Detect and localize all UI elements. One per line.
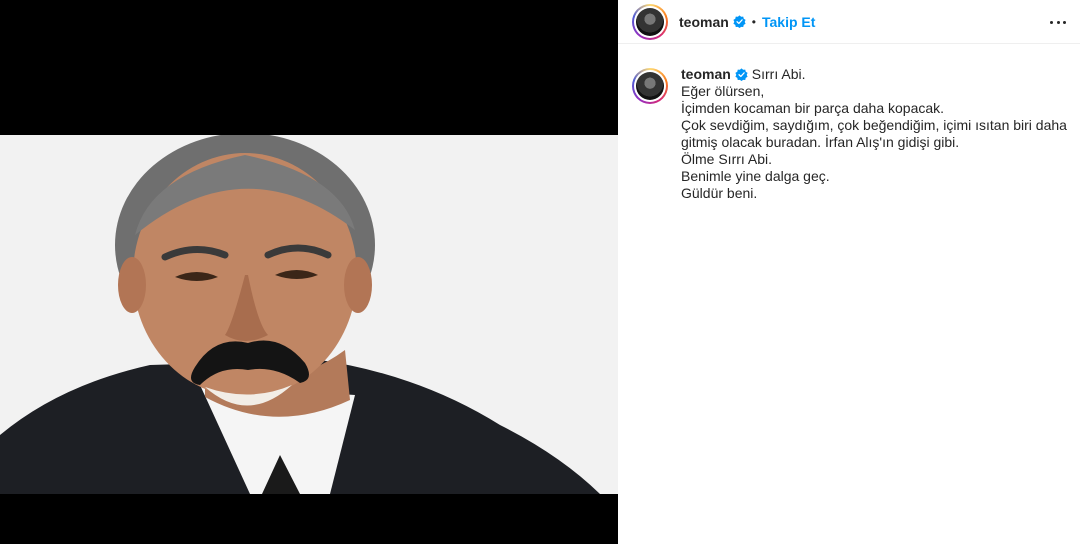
avatar[interactable] <box>632 3 668 40</box>
caption-line: Sırrı Abi. <box>751 66 806 82</box>
post-header: teoman • Takip Et <box>618 0 1080 44</box>
username-link[interactable]: teoman <box>679 14 729 30</box>
more-options-icon[interactable] <box>1050 14 1066 30</box>
post-caption: teoman Sırrı Abi. Eğer ölürsen, İçimden … <box>632 66 1072 202</box>
caption-line: gitmiş olacak buradan. İrfan Alış'ın gid… <box>681 134 960 150</box>
caption-profile-photo <box>636 72 664 100</box>
follow-button[interactable]: Takip Et <box>762 14 815 30</box>
caption-verified-badge-icon <box>735 68 748 81</box>
caption-line: Ölme Sırrı Abi. <box>681 151 773 167</box>
caption-text: teoman Sırrı Abi. Eğer ölürsen, İçimden … <box>681 66 1067 202</box>
caption-avatar[interactable] <box>632 68 668 104</box>
caption-line: Çok sevdiğim, saydığım, çok beğendiğim, … <box>681 117 1067 133</box>
verified-badge-icon <box>733 15 746 28</box>
post-sidebar: teoman • Takip Et teoman Sırrı Abi. Eğer… <box>618 0 1080 544</box>
post-photo <box>0 135 618 494</box>
profile-photo <box>636 7 664 36</box>
caption-line: İçimden kocaman bir parça daha kopacak. <box>681 100 945 116</box>
post-media[interactable] <box>0 0 618 544</box>
caption-line: Eğer ölürsen, <box>681 83 765 99</box>
caption-line: Güldür beni. <box>681 185 758 201</box>
separator-dot: • <box>751 14 756 29</box>
caption-line: Benimle yine dalga geç. <box>681 168 830 184</box>
caption-username-link[interactable]: teoman <box>681 66 731 83</box>
